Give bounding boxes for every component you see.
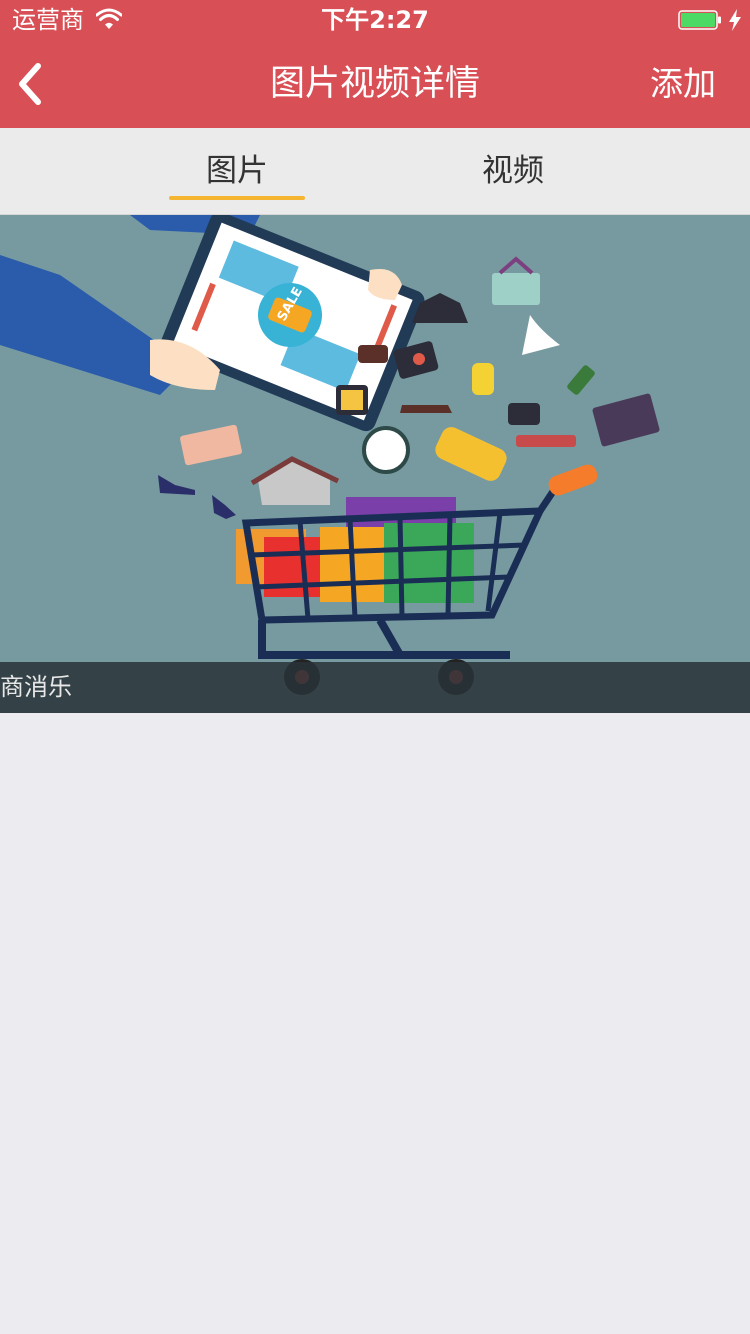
status-bar: 运营商 下午2:27 bbox=[0, 0, 750, 40]
tab-bar: 图片 视频 bbox=[0, 128, 750, 215]
tab-pictures[interactable]: 图片 bbox=[168, 128, 306, 214]
media-item[interactable]: SALE 商消乐 bbox=[0, 215, 750, 713]
add-button[interactable]: 添加 bbox=[650, 40, 716, 128]
navigation-bar: 图片视频详情 添加 bbox=[0, 40, 750, 128]
tab-selected-indicator bbox=[169, 196, 305, 200]
page-title: 图片视频详情 bbox=[269, 64, 480, 104]
shopping-illustration: SALE bbox=[0, 215, 660, 695]
charging-bolt-icon bbox=[729, 9, 741, 31]
battery-icon bbox=[678, 10, 721, 30]
media-caption: 商消乐 bbox=[0, 673, 72, 701]
tab-videos[interactable]: 视频 bbox=[444, 128, 582, 214]
status-time: 下午2:27 bbox=[321, 6, 429, 34]
caption-bar: 商消乐 bbox=[0, 662, 750, 713]
